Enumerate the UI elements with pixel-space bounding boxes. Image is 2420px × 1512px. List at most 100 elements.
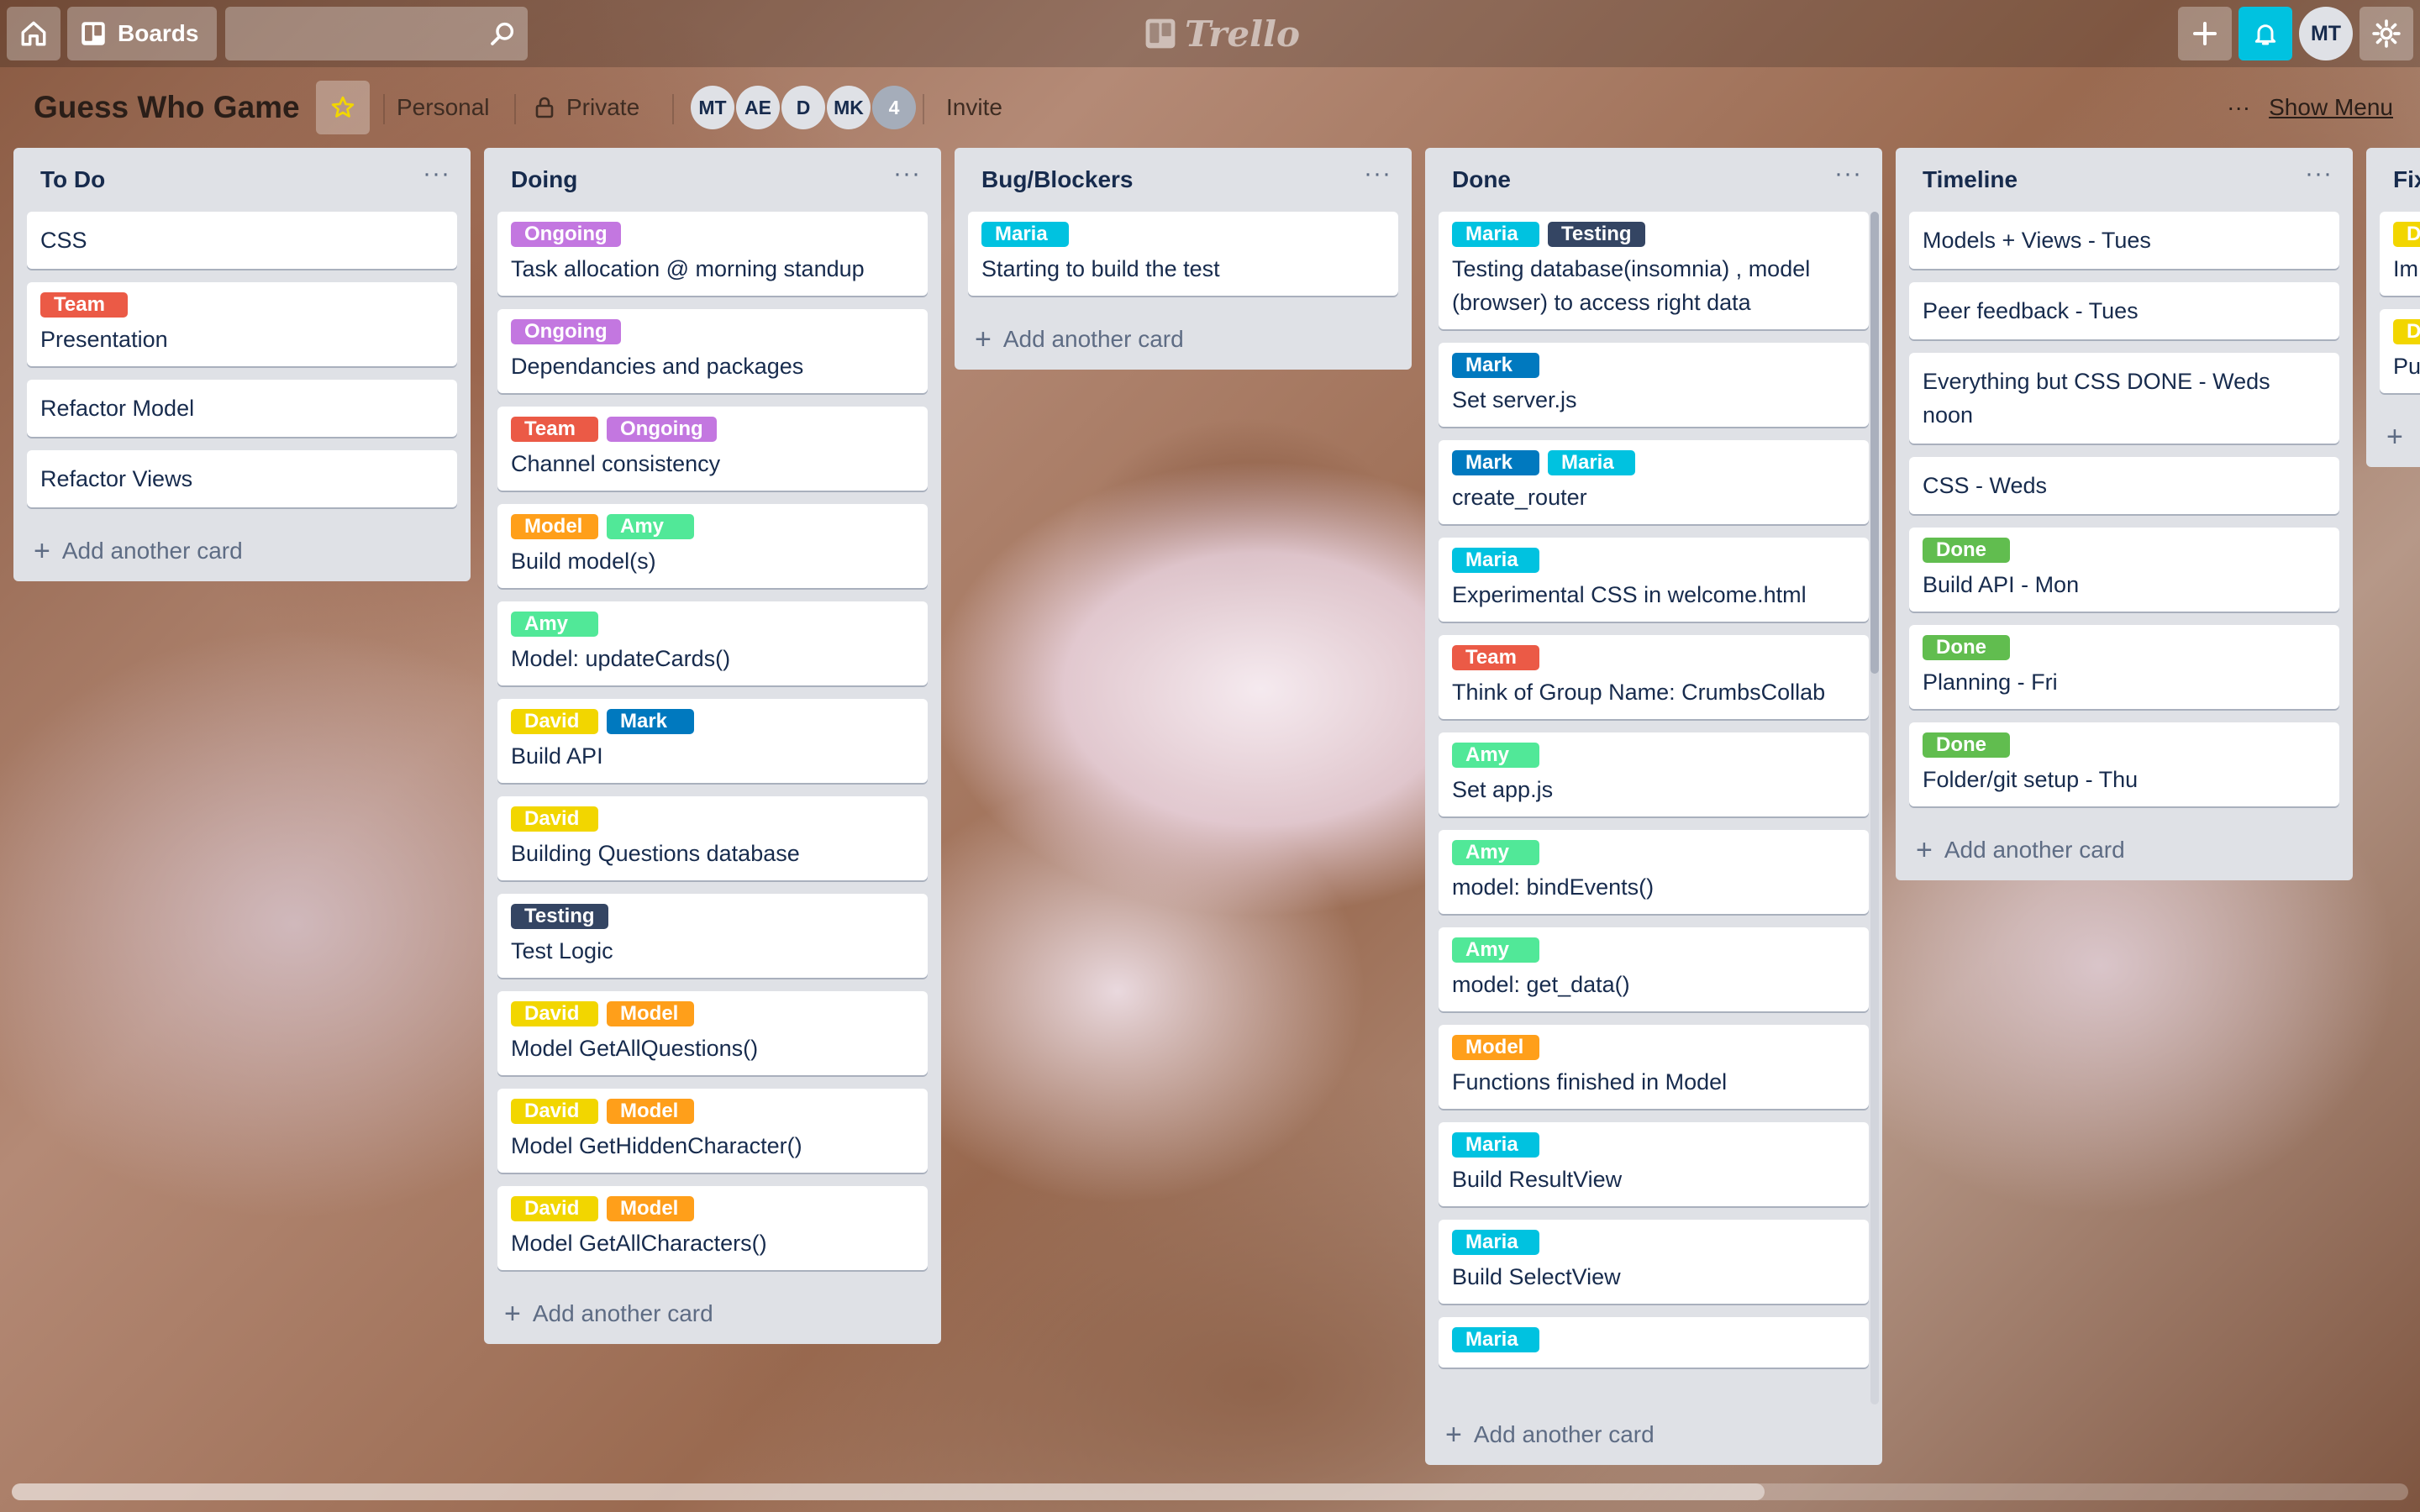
list-menu-icon[interactable]: ··· (423, 160, 450, 188)
card[interactable]: David Building Questions database (497, 796, 928, 880)
star-board-button[interactable] (316, 81, 370, 134)
member-avatar[interactable]: MK (827, 86, 871, 129)
card[interactable]: Done Build API - Mon (1909, 528, 2339, 612)
card[interactable]: Maria Experimental CSS in welcome.html (1439, 538, 1869, 622)
card[interactable]: Team Think of Group Name: CrumbsCollab (1439, 635, 1869, 719)
card[interactable]: Mark Set server.js (1439, 343, 1869, 427)
member-avatar[interactable]: AE (736, 86, 780, 129)
card[interactable]: Maria Testing Testing database(insomnia) ,… (1439, 212, 1869, 329)
list-scrollbar-thumb[interactable] (1870, 212, 1879, 674)
card[interactable]: Model Amy Build model(s) (497, 504, 928, 588)
add-card-button[interactable]: + Add another card (1425, 1404, 1882, 1465)
add-card-label: Add another card (1473, 1421, 1655, 1447)
list-menu-icon[interactable]: ··· (893, 160, 921, 188)
card-labels: Model Amy (511, 514, 914, 541)
user-avatar[interactable]: MT (2299, 7, 2353, 60)
card[interactable]: D Im (2380, 212, 2420, 296)
card[interactable]: Maria (1439, 1317, 1869, 1368)
board-horizontal-scrollbar[interactable] (12, 1483, 2408, 1500)
add-card-button[interactable]: + Add another card (484, 1284, 941, 1344)
list-title[interactable]: To Do (40, 166, 105, 193)
add-card-button[interactable]: + Add another card (1896, 820, 2353, 880)
list-scrollbar[interactable] (1870, 212, 1879, 1404)
show-menu-button[interactable]: ··· Show Menu (2227, 81, 2393, 134)
list-title[interactable]: Fix (2393, 166, 2420, 193)
search-input[interactable] (225, 7, 492, 62)
settings-button[interactable] (2360, 7, 2413, 60)
add-card-label: Add another card (1002, 326, 1184, 352)
notifications-button[interactable] (2238, 7, 2292, 60)
list-menu-icon[interactable]: ··· (2305, 160, 2333, 188)
list-menu-icon[interactable]: ··· (1364, 160, 1392, 188)
search-box[interactable] (225, 7, 528, 62)
card-labels: Maria (1452, 1132, 1855, 1159)
list-title[interactable]: Doing (511, 166, 577, 193)
card[interactable]: Model Functions finished in Model (1439, 1025, 1869, 1109)
home-button[interactable] (7, 7, 60, 60)
boards-label: Boards (118, 20, 199, 46)
card[interactable]: Amy model: get_data() (1439, 927, 1869, 1011)
card[interactable]: Maria Build SelectView (1439, 1220, 1869, 1304)
member-avatar[interactable]: D (781, 86, 825, 129)
add-card-button[interactable]: + (2366, 407, 2420, 467)
card[interactable]: Done Folder/git setup - Thu (1909, 722, 2339, 806)
card-labels: Team (1452, 645, 1855, 672)
card[interactable]: Amy Set app.js (1439, 732, 1869, 816)
team-visibility-button[interactable]: Personal (397, 81, 490, 134)
add-card-button[interactable]: + Add another card (13, 521, 471, 581)
card[interactable]: Peer feedback - Tues (1909, 282, 2339, 339)
card-title: Testing database(insomnia) , model (brow… (1452, 256, 1811, 315)
list-bug-blockers: Bug/Blockers ··· Maria Starting to build … (955, 148, 1412, 370)
list-title[interactable]: Bug/Blockers (981, 166, 1134, 193)
list-title[interactable]: Done (1452, 166, 1511, 193)
card-label: David (511, 806, 598, 832)
search-icon[interactable] (489, 20, 516, 47)
card[interactable]: David Model Model GetAllQuestions() (497, 991, 928, 1075)
privacy-label: Private (566, 94, 640, 120)
board-title[interactable]: Guess Who Game (34, 84, 300, 131)
card-title: Functions finished in Model (1452, 1069, 1728, 1095)
create-button[interactable] (2178, 7, 2232, 60)
card[interactable]: Team Presentation (27, 282, 457, 366)
list-done: Done ··· Maria Testing Testing database(in… (1425, 148, 1882, 1465)
member-avatar[interactable]: MT (691, 86, 734, 129)
card[interactable]: David Mark Build API (497, 699, 928, 783)
card[interactable]: D Pu (2380, 309, 2420, 393)
card[interactable]: Amy model: bindEvents() (1439, 830, 1869, 914)
privacy-button[interactable]: Private (534, 81, 639, 134)
card[interactable]: Mark Maria create_router (1439, 440, 1869, 524)
card[interactable]: CSS - Weds (1909, 457, 2339, 514)
card[interactable]: Done Planning - Fri (1909, 625, 2339, 709)
boards-button[interactable]: Boards (67, 7, 217, 60)
card-labels: Amy (1452, 937, 1855, 964)
trello-logo[interactable]: Trello (1144, 12, 1300, 55)
card-label: Maria (1452, 548, 1539, 573)
card-title: Set server.js (1452, 387, 1577, 412)
card[interactable]: Team Ongoing Channel consistency (497, 407, 928, 491)
card[interactable]: Maria Build ResultView (1439, 1122, 1869, 1206)
card[interactable]: Ongoing Task allocation @ morning standup (497, 212, 928, 296)
card[interactable]: Amy Model: updateCards() (497, 601, 928, 685)
card[interactable]: CSS (27, 212, 457, 269)
list-header: Done ··· (1425, 148, 1882, 212)
card[interactable]: Ongoing Dependancies and packages (497, 309, 928, 393)
invite-button[interactable]: Invite (946, 81, 1002, 134)
card[interactable]: Models + Views - Tues (1909, 212, 2339, 269)
card[interactable]: David Model Model GetHiddenCharacter() (497, 1089, 928, 1173)
card[interactable]: Maria Starting to build the test (968, 212, 1398, 296)
card-label: Model (607, 1099, 694, 1124)
board-scrollbar-thumb[interactable] (12, 1483, 1765, 1500)
list-menu-icon[interactable]: ··· (1834, 160, 1862, 188)
card[interactable]: Refactor Model (27, 380, 457, 437)
list-title[interactable]: Timeline (1923, 166, 2018, 193)
card[interactable]: Everything but CSS DONE - Weds noon (1909, 353, 2339, 444)
card-title: CSS (40, 228, 87, 253)
card[interactable]: Testing Test Logic (497, 894, 928, 978)
card[interactable]: Refactor Views (27, 450, 457, 507)
card[interactable]: David Model Model GetAllCharacters() (497, 1186, 928, 1270)
card-title: Planning - Fri (1923, 669, 2058, 695)
card-labels: Done (1923, 732, 2326, 759)
card-label: Testing (1548, 222, 1645, 247)
add-card-button[interactable]: + Add another card (955, 309, 1412, 370)
member-overflow-count[interactable]: 4 (872, 86, 916, 129)
